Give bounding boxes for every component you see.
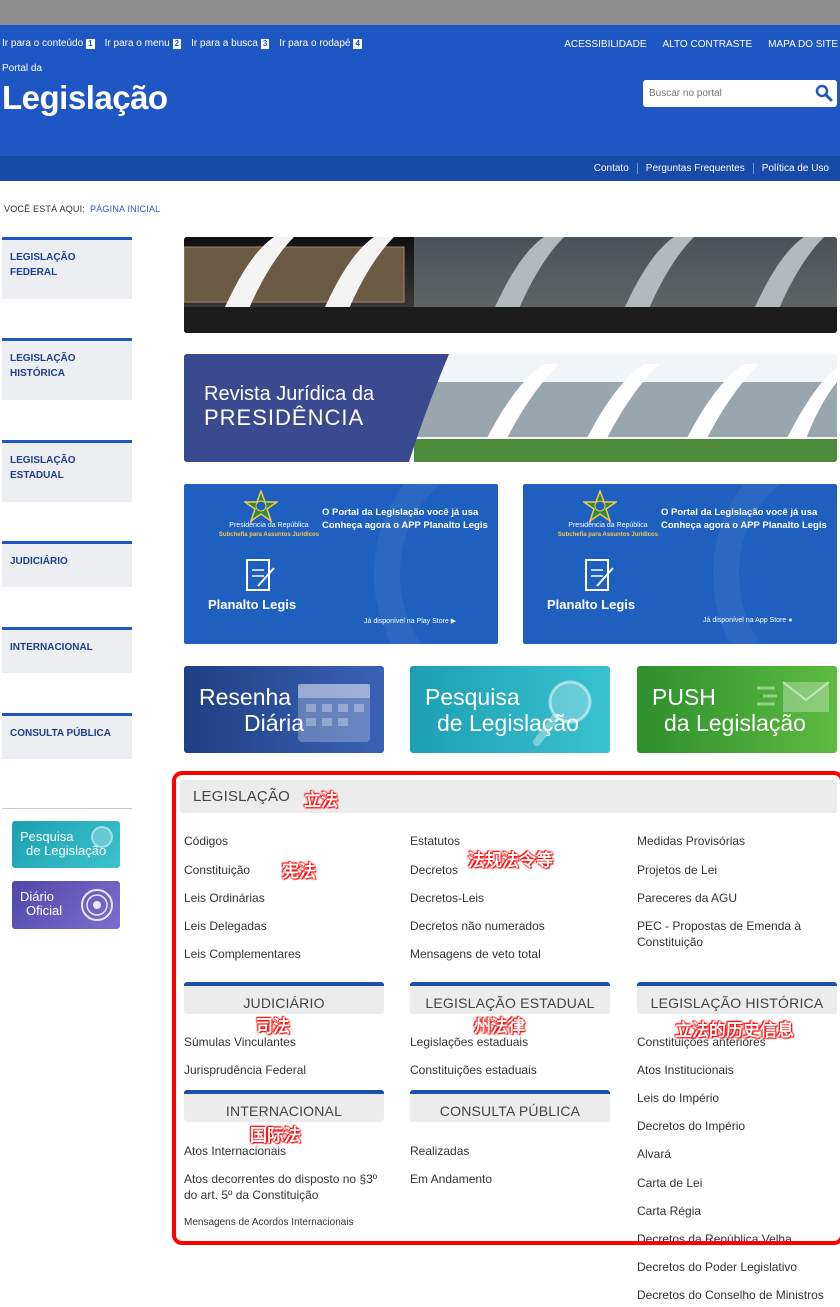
document-pen-icon	[585, 559, 614, 591]
accessibility-link[interactable]: ACESSIBILIDADE	[564, 39, 646, 50]
diario-oficial-button[interactable]: Diário Oficial	[12, 881, 120, 929]
sidebar-item-estadual[interactable]: LEGISLAÇÃO ESTADUAL	[2, 440, 132, 502]
palacio-banner[interactable]	[184, 237, 837, 333]
sidebar-item-historica[interactable]: LEGISLAÇÃO HISTÓRICA	[2, 338, 132, 400]
calendar-icon	[298, 684, 370, 742]
document-pen-icon	[246, 559, 275, 591]
site-title[interactable]: Legislação	[2, 79, 168, 117]
sidebar-item-consulta[interactable]: CONSULTA PÚBLICA	[2, 713, 132, 759]
skip-link-search[interactable]: Ir para a busca 3	[191, 38, 270, 49]
skip-link-footer[interactable]: Ir para o rodapé 4	[279, 38, 362, 49]
pesquisa-legislacao-button[interactable]: Pesquisa de Legislação	[12, 821, 120, 868]
palacio-photo	[184, 237, 837, 333]
site-header: Ir para o conteúdo 1 Ir para o menu 2 Ir p…	[0, 25, 840, 156]
sidebar-item-judiciario[interactable]: JUDICIÁRIO	[2, 541, 132, 587]
app-card-app-store[interactable]: Presidência da República Subchefia para …	[523, 484, 837, 644]
seal-icon	[81, 889, 113, 921]
play-icon: ▶	[450, 618, 457, 625]
faq-link[interactable]: Perguntas Frequentes	[636, 163, 753, 174]
search-input[interactable]	[643, 88, 808, 99]
link-decretos-poder-legislativo[interactable]: Decretos do Poder Legislativo	[637, 1259, 797, 1275]
resenha-diaria-tile[interactable]: Resenha Diária	[184, 666, 384, 753]
skip-links: Ir para o conteúdo 1 Ir para o menu 2 Ir p…	[2, 38, 362, 49]
republic-emblem-icon	[583, 490, 617, 522]
usage-policy-link[interactable]: Política de Uso	[752, 163, 837, 174]
revista-juridica-banner[interactable]: Revista Jurídica da PRESIDÊNCIA	[184, 354, 837, 462]
skip-link-content[interactable]: Ir para o conteúdo 1	[2, 38, 95, 49]
skip-link-menu[interactable]: Ir para o menu 2	[105, 38, 182, 49]
search-box	[643, 80, 837, 107]
annotation-highlight-frame	[172, 771, 840, 1245]
site-map-link[interactable]: MAPA DO SITE	[768, 39, 838, 50]
portal-subtitle: Portal da	[2, 63, 43, 74]
sidebar-divider	[2, 808, 132, 809]
contact-link[interactable]: Contato	[586, 163, 637, 174]
apple-icon: ●	[788, 617, 793, 624]
sidebar-item-federal[interactable]: LEGISLAÇÃO FEDERAL	[2, 237, 132, 299]
breadcrumb: VOCÊ ESTÁ AQUI: PÁGINA INICIAL	[4, 204, 161, 214]
link-decretos-conselho-ministros[interactable]: Decretos do Conselho de Ministros	[637, 1287, 824, 1303]
top-links: ACESSIBILIDADE ALTO CONTRASTE MAPA DO SI…	[564, 39, 838, 50]
breadcrumb-home-link[interactable]: PÁGINA INICIAL	[90, 204, 160, 214]
secondary-nav: Contato Perguntas Frequentes Política de…	[0, 156, 840, 181]
app-card-play-store[interactable]: Presidência da República Subchefia para …	[184, 484, 498, 644]
high-contrast-link[interactable]: ALTO CONTRASTE	[663, 39, 753, 50]
search-icon[interactable]	[815, 84, 833, 107]
sidebar-item-internacional[interactable]: INTERNACIONAL	[2, 627, 132, 673]
browser-top-strip	[0, 0, 840, 25]
push-legislacao-tile[interactable]: PUSH da Legislação	[637, 666, 837, 753]
pesquisa-legislacao-tile[interactable]: Pesquisa de Legislação	[410, 666, 610, 753]
republic-emblem-icon	[244, 490, 278, 522]
revista-title: Revista Jurídica da PRESIDÊNCIA	[204, 383, 375, 430]
magnifier-icon	[91, 826, 113, 848]
